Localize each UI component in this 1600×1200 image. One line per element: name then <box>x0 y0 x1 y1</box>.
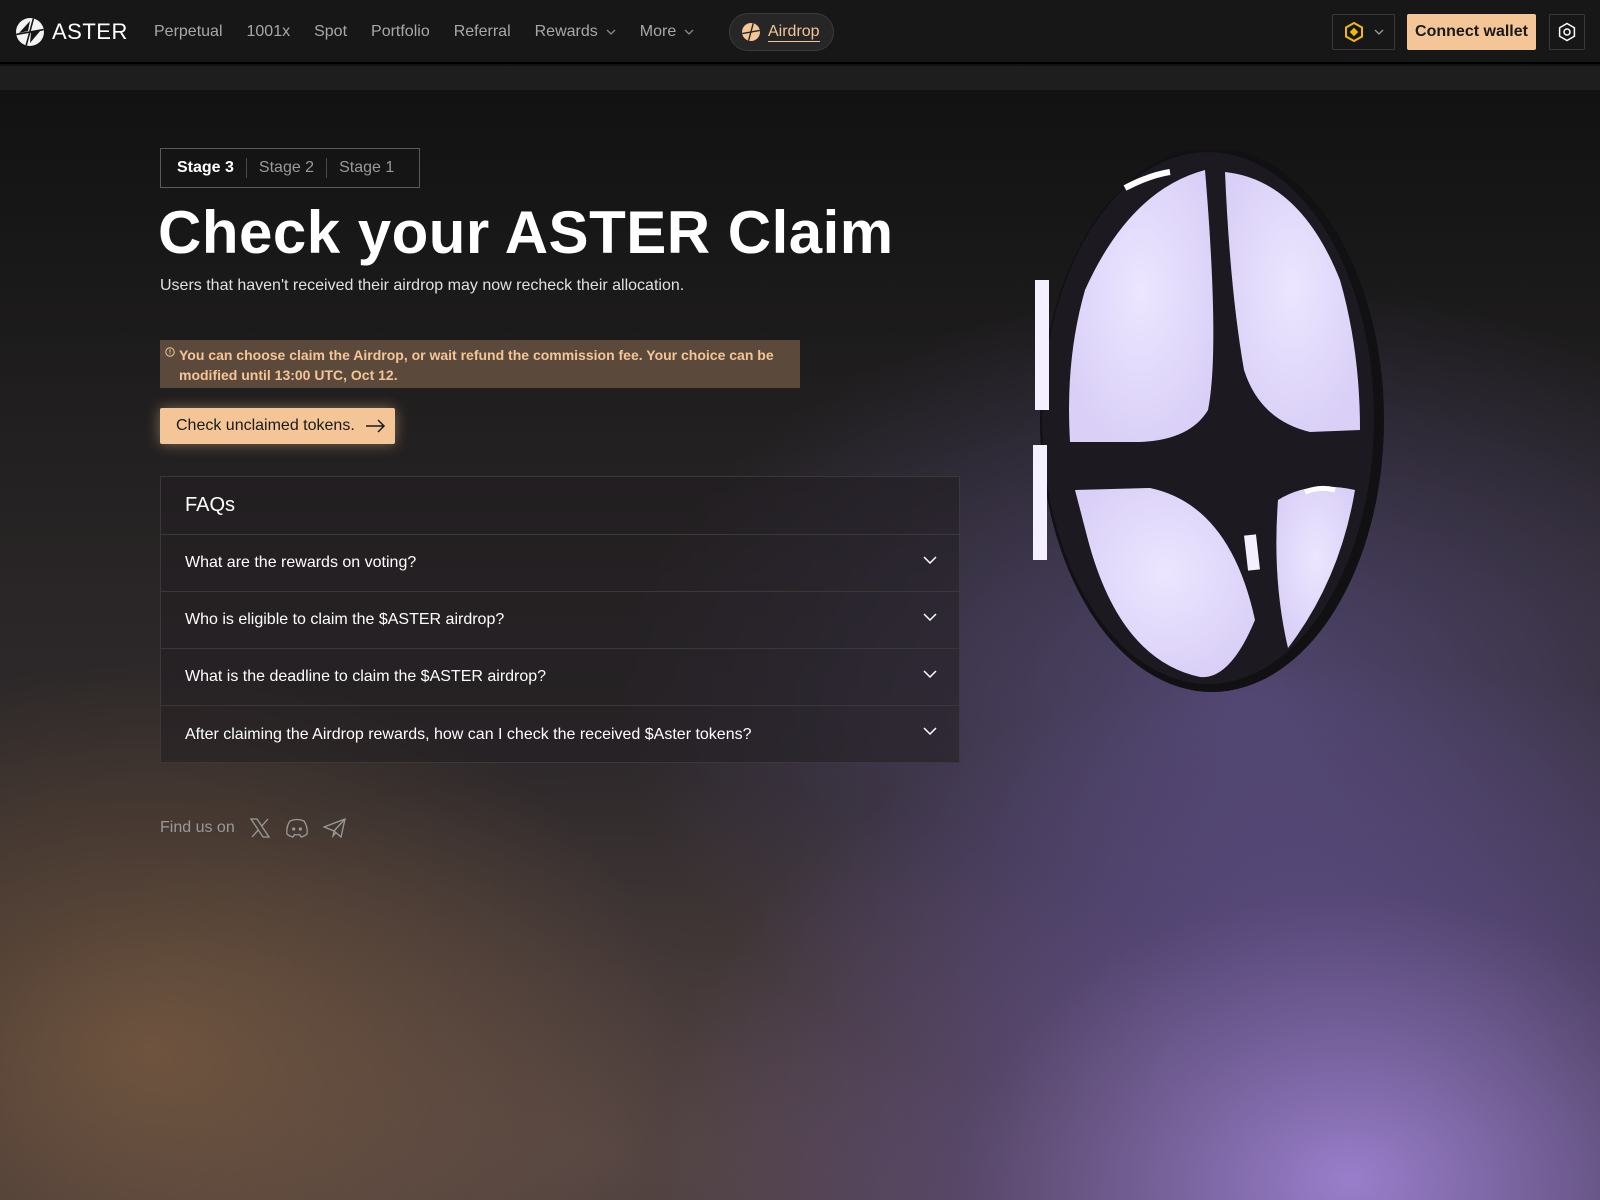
settings-button[interactable] <box>1549 14 1585 50</box>
brand-logo[interactable]: ASTER <box>16 18 128 46</box>
faq-panel: FAQs What are the rewards on voting? Who… <box>160 476 960 763</box>
bnb-chain-icon <box>1344 22 1363 42</box>
chevron-down-icon <box>923 727 937 735</box>
faq-question: What is the deadline to claim the $ASTER… <box>185 668 547 685</box>
aster-emblem-illustration <box>1033 150 1384 692</box>
faq-item[interactable]: What is the deadline to claim the $ASTER… <box>161 649 959 706</box>
telegram-icon[interactable] <box>322 818 347 838</box>
tab-stage-3[interactable]: Stage 3 <box>177 158 246 178</box>
chevron-down-icon <box>923 556 937 564</box>
nav-more[interactable]: More <box>640 23 694 41</box>
nav-referral[interactable]: Referral <box>454 23 511 41</box>
nav-perpetual[interactable]: Perpetual <box>154 23 223 41</box>
sub-header-bar <box>0 66 1600 90</box>
faq-question: What are the rewards on voting? <box>185 554 417 571</box>
chain-selector[interactable] <box>1332 14 1395 50</box>
connect-wallet-button[interactable]: Connect wallet <box>1407 14 1536 50</box>
tab-stage-1[interactable]: Stage 1 <box>326 158 406 178</box>
nav-spot[interactable]: Spot <box>314 23 347 41</box>
check-unclaimed-label: Check unclaimed tokens. <box>176 417 355 434</box>
nav-portfolio[interactable]: Portfolio <box>371 23 430 41</box>
brand-name: ASTER <box>52 19 128 44</box>
nav-rewards[interactable]: Rewards <box>535 23 616 41</box>
social-label: Find us on <box>160 819 235 836</box>
faq-item[interactable]: Who is eligible to claim the $ASTER aird… <box>161 592 959 649</box>
nav-referral-label: Referral <box>453 23 511 40</box>
faq-title: FAQs <box>161 477 959 535</box>
nav-more-label: More <box>639 23 677 40</box>
airdrop-logo-icon <box>742 23 760 41</box>
check-unclaimed-tokens-button[interactable]: Check unclaimed tokens. <box>160 408 395 444</box>
info-icon <box>165 347 175 357</box>
aster-logo-icon <box>16 18 44 46</box>
faq-item[interactable]: What are the rewards on voting? <box>161 535 959 592</box>
faq-question: After claiming the Airdrop rewards, how … <box>185 725 752 743</box>
nav-spot-label: Spot <box>314 23 348 40</box>
settings-icon <box>1558 22 1576 42</box>
chevron-down-icon <box>1374 29 1383 35</box>
discord-icon[interactable] <box>285 818 309 838</box>
x-icon[interactable] <box>249 818 271 838</box>
nav-perpetual-label: Perpetual <box>154 23 223 40</box>
faq-question: Who is eligible to claim the $ASTER aird… <box>185 611 505 628</box>
tab-stage-2[interactable]: Stage 2 <box>245 158 326 178</box>
nav-rewards-label: Rewards <box>534 23 598 40</box>
top-navigation: ASTER Perpetual 1001x Spot Portfolio Ref… <box>0 0 1600 64</box>
notice-text: You can choose claim the Airdrop, or wai… <box>179 347 774 383</box>
chevron-down-icon <box>923 613 937 621</box>
stage-tabs: Stage 3 Stage 2 Stage 1 <box>160 148 420 188</box>
main-nav: Perpetual 1001x Spot Portfolio Referral … <box>154 0 718 64</box>
chevron-down-icon <box>684 29 694 35</box>
page-subtitle: Users that haven't received their airdro… <box>160 277 685 294</box>
faq-item[interactable]: After claiming the Airdrop rewards, how … <box>161 706 959 763</box>
nav-airdrop[interactable]: Airdrop <box>729 13 834 51</box>
claim-notice: You can choose claim the Airdrop, or wai… <box>160 340 800 388</box>
chevron-down-icon <box>923 670 937 678</box>
nav-1001x[interactable]: 1001x <box>247 23 291 41</box>
nav-1001x-label: 1001x <box>246 23 291 40</box>
social-links: Find us on <box>160 818 361 838</box>
page-title: Check your ASTER Claim <box>158 199 894 266</box>
nav-portfolio-label: Portfolio <box>371 23 430 40</box>
nav-airdrop-label: Airdrop <box>768 22 820 42</box>
arrow-right-icon <box>365 419 385 433</box>
chevron-down-icon <box>606 29 616 35</box>
